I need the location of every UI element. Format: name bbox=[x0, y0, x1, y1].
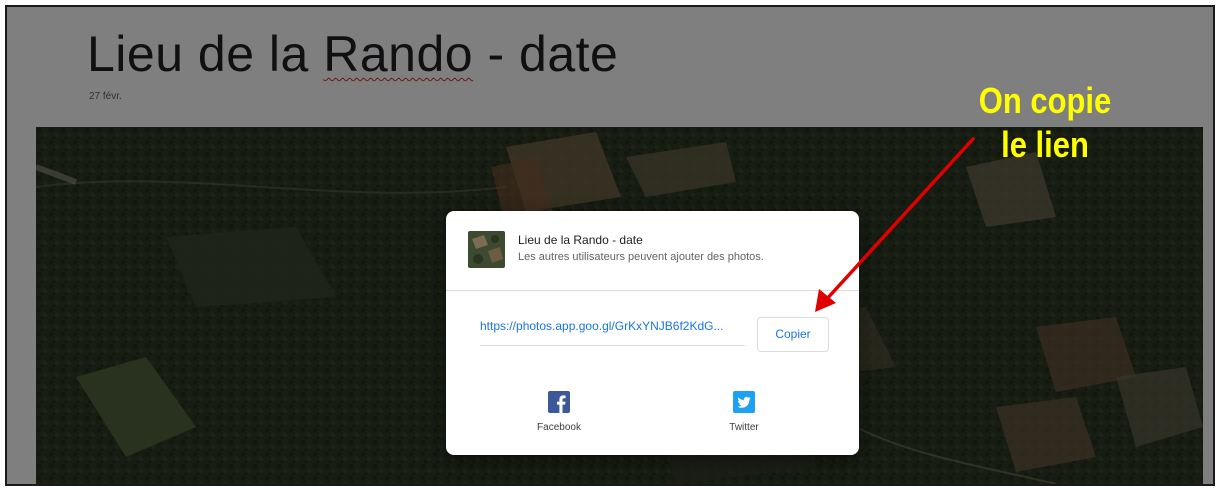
annotation-line-1: On copie bbox=[978, 80, 1112, 121]
album-page: Lieu de la Rando - date 27 févr. bbox=[7, 7, 1213, 484]
facebook-icon bbox=[548, 391, 570, 413]
share-twitter-button[interactable]: Twitter bbox=[704, 391, 784, 433]
annotation-line-2: le lien bbox=[1001, 124, 1089, 165]
twitter-label: Twitter bbox=[729, 422, 759, 433]
share-dialog: Lieu de la Rando - date Les autres utili… bbox=[446, 211, 859, 455]
dialog-divider bbox=[446, 290, 859, 291]
share-dialog-title: Lieu de la Rando - date bbox=[518, 233, 643, 247]
share-facebook-button[interactable]: Facebook bbox=[519, 391, 599, 433]
twitter-icon bbox=[733, 391, 755, 413]
album-thumbnail bbox=[468, 231, 505, 268]
annotation-callout: On copie le lien bbox=[942, 79, 1148, 167]
facebook-label: Facebook bbox=[537, 422, 581, 433]
copy-link-button[interactable]: Copier bbox=[757, 317, 829, 352]
share-dialog-subtitle: Les autres utilisateurs peuvent ajouter … bbox=[518, 251, 764, 263]
album-thumbnail-image bbox=[468, 231, 505, 268]
screenshot-frame: Lieu de la Rando - date 27 févr. bbox=[5, 5, 1215, 486]
share-link-field[interactable]: https://photos.app.goo.gl/GrKxYNJB6f2KdG… bbox=[480, 317, 745, 346]
